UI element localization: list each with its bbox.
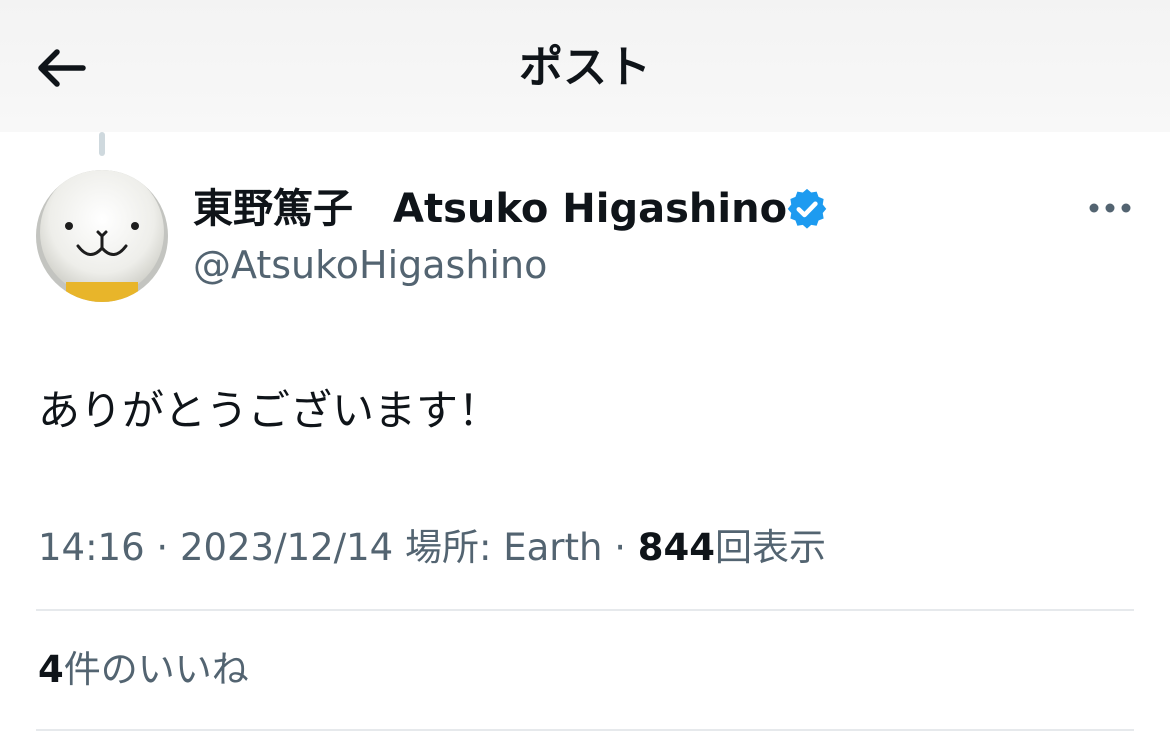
divider bbox=[36, 729, 1134, 731]
avatar[interactable] bbox=[36, 170, 168, 302]
divider bbox=[36, 609, 1134, 611]
meta-separator: · bbox=[156, 526, 169, 569]
meta-separator: · bbox=[614, 526, 626, 569]
post-meta: 14:16 · 2023/12/14 場所: Earth · 844回表示 bbox=[38, 520, 826, 576]
views-count: 844 bbox=[637, 526, 715, 569]
post-time[interactable]: 14:16 bbox=[38, 526, 145, 569]
user-handle[interactable]: @AtsukoHigashino bbox=[193, 238, 547, 292]
post-date[interactable]: 2023/12/14 bbox=[180, 526, 393, 569]
verified-badge-icon[interactable] bbox=[786, 188, 828, 230]
likes-count: 4 bbox=[38, 648, 64, 691]
thread-connector bbox=[99, 132, 105, 156]
views-label: 回表示 bbox=[714, 526, 826, 569]
post-text: ありがとうございます！ bbox=[38, 386, 501, 435]
more-options-button[interactable] bbox=[1078, 186, 1142, 230]
avatar-image bbox=[36, 170, 168, 302]
post-detail-page: ポスト 東野篤子 Atsuko Higashino @AtsukoHigashi… bbox=[0, 0, 1170, 743]
likes-link[interactable]: 4件のいいね bbox=[38, 642, 249, 698]
likes-label: 件のいいね bbox=[63, 648, 249, 691]
display-name[interactable]: 東野篤子 Atsuko Higashino bbox=[193, 180, 787, 238]
page-title: ポスト bbox=[519, 42, 651, 93]
post-location: 場所: Earth bbox=[404, 526, 603, 569]
more-horizontal-icon bbox=[1089, 203, 1131, 213]
top-bar: ポスト bbox=[0, 0, 1170, 132]
